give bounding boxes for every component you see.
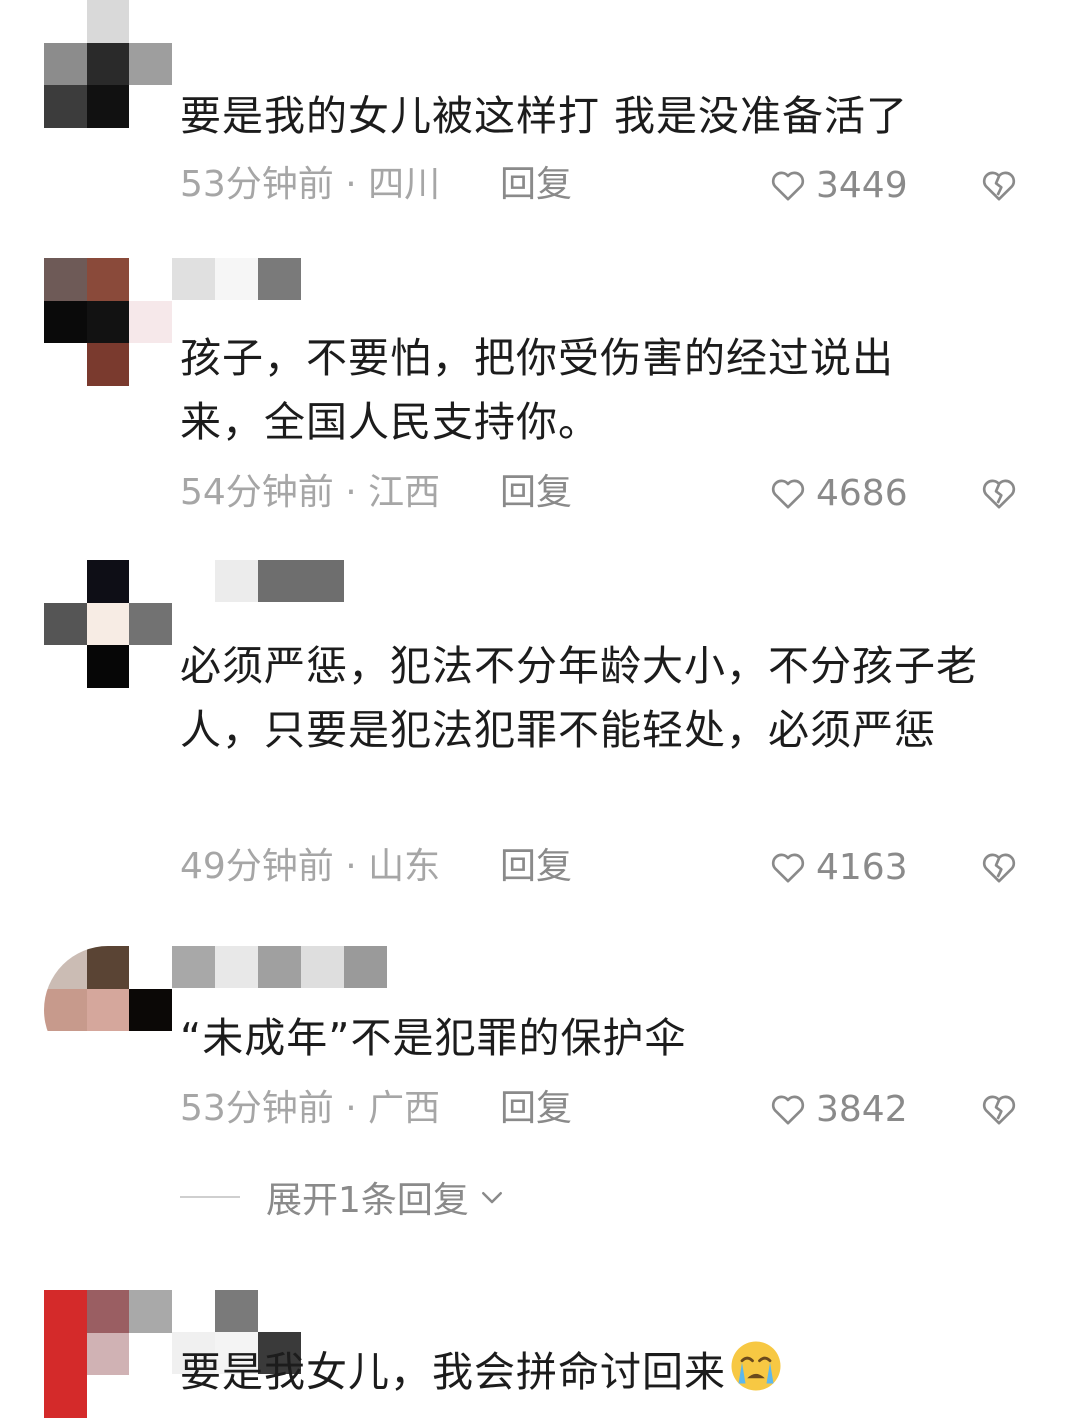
broken-heart-icon[interactable]	[978, 847, 1020, 887]
comment-text-content: 要是我女儿，我会拼命讨回来	[180, 1348, 726, 1396]
avatar[interactable]	[44, 560, 172, 688]
comment-meta: 49分钟前 · 山东 回复 4163	[180, 842, 1020, 892]
heart-outline-icon	[771, 853, 805, 883]
comment-meta: 54分钟前 · 江西 回复 4686	[180, 468, 1020, 518]
heart-outline-icon	[771, 479, 805, 509]
reply-button[interactable]: 回复	[500, 468, 572, 518]
chevron-down-icon	[481, 1192, 502, 1204]
broken-heart-icon[interactable]	[978, 165, 1020, 205]
comment-time-location: 49分钟前 · 山东	[180, 846, 441, 887]
comment-text: 孩子，不要怕，把你受伤害的经过说出来，全国人民支持你。	[180, 334, 894, 446]
like-count: 3842	[816, 1088, 908, 1130]
comment-meta: 53分钟前 · 广西 回复 3842	[180, 1084, 1020, 1134]
username[interactable]	[172, 560, 344, 602]
broken-heart-icon[interactable]	[978, 1089, 1020, 1129]
comment-text: “未成年”不是犯罪的保护伞	[180, 1014, 687, 1062]
comment-time-location: 53分钟前 · 四川	[180, 164, 441, 205]
username[interactable]	[172, 258, 301, 300]
username[interactable]	[172, 1290, 258, 1332]
avatar[interactable]	[44, 0, 172, 128]
reply-button[interactable]: 回复	[500, 160, 572, 210]
broken-heart-icon[interactable]	[978, 473, 1020, 513]
like-button[interactable]: 4163	[768, 842, 908, 892]
like-count: 4163	[816, 846, 908, 888]
like-count: 3449	[816, 164, 908, 206]
avatar[interactable]	[44, 1290, 172, 1418]
expand-replies-label: 展开1条回复	[266, 1180, 469, 1221]
avatar[interactable]	[44, 258, 172, 386]
username[interactable]	[172, 946, 387, 988]
comment-time-location: 53分钟前 · 广西	[180, 1088, 441, 1129]
comment-time-location: 54分钟前 · 江西	[180, 472, 441, 513]
like-button[interactable]: 4686	[768, 468, 908, 518]
like-button[interactable]: 3842	[768, 1084, 908, 1134]
expand-replies-button[interactable]: 展开1条回复	[180, 1172, 507, 1222]
like-count: 4686	[816, 472, 908, 514]
comment-text: 必须严惩，犯法不分年龄大小，不分孩子老人，只要是犯法犯罪不能轻处，必须严惩	[180, 642, 978, 754]
crying-face-emoji	[731, 1341, 781, 1391]
comment-meta: 53分钟前 · 四川 回复 3449	[180, 160, 1020, 210]
avatar[interactable]	[44, 946, 172, 1074]
heart-outline-icon	[771, 1095, 805, 1125]
comment-text: 要是我女儿，我会拼命讨回来	[180, 1338, 1010, 1404]
heart-outline-icon	[771, 171, 805, 201]
comment-text: 要是我的女儿被这样打 我是没准备活了	[180, 92, 909, 140]
reply-button[interactable]: 回复	[500, 842, 572, 892]
reply-button[interactable]: 回复	[500, 1084, 572, 1134]
like-button[interactable]: 3449	[768, 160, 908, 210]
divider-line	[180, 1196, 240, 1198]
